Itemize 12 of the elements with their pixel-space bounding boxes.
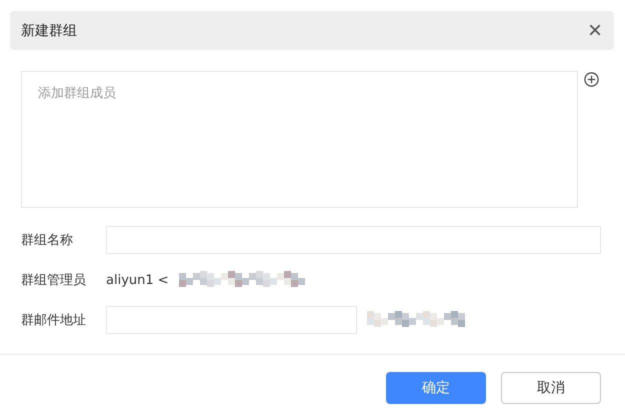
admin-value: aliyun1 < <box>106 272 169 288</box>
confirm-button[interactable]: 确定 <box>386 372 486 404</box>
field-label: 群邮件地址 <box>21 312 87 329</box>
input-field[interactable] <box>106 226 601 254</box>
dialog-title: 新建群组 <box>21 22 77 40</box>
field-label: 群组名称 <box>21 232 74 249</box>
cancel-button[interactable]: 取消 <box>501 372 601 404</box>
members-field[interactable]: 添加群组成员 <box>21 71 578 208</box>
input-field[interactable] <box>106 306 357 334</box>
add-icon[interactable] <box>584 72 599 87</box>
field-label: 群组管理员 <box>21 272 87 289</box>
close-button[interactable]: × <box>588 18 602 42</box>
